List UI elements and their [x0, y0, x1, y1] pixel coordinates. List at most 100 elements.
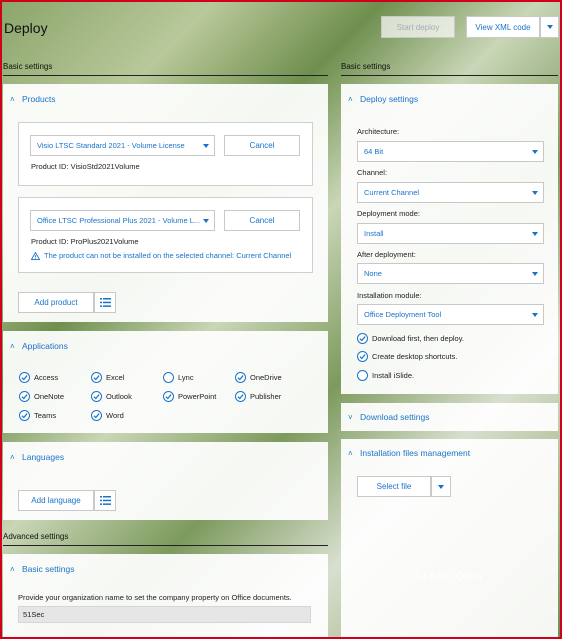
watermark: 51SEC.ORG [414, 570, 483, 583]
languages-header[interactable]: ˄ Languages [10, 452, 64, 462]
applications-title: Applications [22, 341, 68, 351]
deploy-option-1-label: Create desktop shortcuts. [372, 352, 458, 361]
app-publisher-label: Publisher [250, 392, 282, 401]
check-circle-icon [235, 372, 246, 383]
product-list-button[interactable] [94, 292, 116, 313]
product-2-cancel-button[interactable]: Cancel [224, 210, 300, 231]
deploy-option-1-checkbox[interactable]: Create desktop shortcuts. [357, 351, 457, 362]
deploy-option-0-checkbox[interactable]: Download first, then deploy. [357, 333, 464, 344]
chevron-up-icon: ˄ [10, 341, 15, 351]
left-section-label: Basic settings [3, 62, 53, 71]
app-excel-label: Excel [106, 373, 125, 382]
chevron-up-icon: ˄ [10, 452, 15, 462]
app-onenote-label: OneNote [34, 392, 65, 401]
org-name-input[interactable]: 51Sec [18, 606, 311, 623]
app-onenote-checkbox[interactable]: OneNote [19, 391, 64, 402]
app-onedrive-label: OneDrive [250, 373, 282, 382]
app-lync-checkbox[interactable]: Lync [163, 372, 194, 383]
products-title: Products [22, 94, 56, 104]
chevron-up-icon: ˄ [10, 94, 15, 104]
check-circle-icon [91, 410, 102, 421]
chevron-down-icon [438, 484, 444, 489]
adv-basic-title: Basic settings [22, 564, 75, 574]
advanced-section-label: Advanced settings [3, 532, 69, 541]
advanced-section-divider [3, 545, 328, 546]
check-circle-icon [357, 351, 368, 362]
add-language-button[interactable]: Add language [18, 490, 94, 511]
app-word-checkbox[interactable]: Word [91, 410, 124, 421]
page-title: Deploy [4, 20, 48, 36]
product-1-cancel-button[interactable]: Cancel [224, 135, 300, 156]
start-deploy-button[interactable]: Start deploy [381, 16, 455, 38]
mode-select[interactable]: Install [357, 223, 544, 244]
after-deployment-label: After deployment: [357, 250, 416, 259]
product-select-2[interactable]: Office LTSC Professional Plus 2021 - Vol… [30, 210, 215, 231]
check-circle-icon [91, 391, 102, 402]
app-powerpoint-label: PowerPoint [178, 392, 217, 401]
left-section-divider [3, 75, 328, 76]
app-excel-checkbox[interactable]: Excel [91, 372, 124, 383]
empty-circle-icon [163, 372, 174, 383]
view-xml-button[interactable]: View XML code [466, 16, 540, 38]
check-circle-icon [19, 410, 30, 421]
caret-down-icon [203, 143, 209, 148]
architecture-value: 64 Bit [364, 147, 384, 156]
add-product-button[interactable]: Add product [18, 292, 94, 313]
channel-label: Channel: [357, 168, 388, 177]
caret-down-icon [532, 231, 538, 236]
check-circle-icon [19, 391, 30, 402]
adv-basic-header[interactable]: ˄ Basic settings [10, 564, 74, 574]
caret-down-icon [203, 218, 209, 223]
check-circle-icon [19, 372, 30, 383]
deploy-option-2-checkbox[interactable]: Install iSlide. [357, 370, 414, 381]
app-access-checkbox[interactable]: Access [19, 372, 58, 383]
xml-dropdown-button[interactable] [540, 16, 559, 38]
app-lync-label: Lync [178, 373, 194, 382]
deploy-settings-title: Deploy settings [360, 94, 419, 104]
check-circle-icon [357, 333, 368, 344]
app-teams-checkbox[interactable]: Teams [19, 410, 56, 421]
module-select[interactable]: Office Deployment Tool [357, 304, 544, 325]
deploy-option-0-label: Download first, then deploy. [372, 334, 464, 343]
deploy-option-2-label: Install iSlide. [372, 371, 415, 380]
chevron-up-icon: ˄ [348, 94, 353, 104]
architecture-label: Architecture: [357, 127, 400, 136]
applications-header[interactable]: ˄ Applications [10, 341, 68, 351]
chevron-up-icon: ˄ [10, 564, 15, 574]
select-file-button[interactable]: Select file [357, 476, 431, 497]
chevron-down-icon [546, 25, 553, 29]
right-section-divider [341, 75, 558, 76]
list-icon [99, 298, 111, 307]
download-settings-header[interactable]: ˅ Download settings [348, 412, 429, 422]
list-icon [99, 496, 111, 505]
files-header[interactable]: ˄ Installation files management [348, 448, 470, 458]
select-file-dropdown[interactable] [431, 476, 451, 497]
product-select-1[interactable]: Visio LTSC Standard 2021 - Volume Licens… [30, 135, 215, 156]
check-circle-icon [235, 391, 246, 402]
architecture-select[interactable]: 64 Bit [357, 141, 544, 162]
caret-down-icon [532, 312, 538, 317]
app-outlook-checkbox[interactable]: Outlook [91, 391, 132, 402]
caret-down-icon [532, 271, 538, 276]
app-onedrive-checkbox[interactable]: OneDrive [235, 372, 282, 383]
chevron-down-icon: ˅ [348, 412, 353, 422]
right-section-label: Basic settings [341, 62, 391, 71]
files-title: Installation files management [360, 448, 471, 458]
mode-value: Install [364, 229, 384, 238]
download-settings-title: Download settings [360, 412, 430, 422]
after-deployment-select[interactable]: None [357, 263, 544, 284]
product-1-id: Product ID: VisioStd2021Volume [31, 162, 140, 171]
language-list-button[interactable] [94, 490, 116, 511]
app-publisher-checkbox[interactable]: Publisher [235, 391, 281, 402]
products-header[interactable]: ˄ Products [10, 94, 56, 104]
module-value: Office Deployment Tool [364, 310, 442, 319]
channel-select[interactable]: Current Channel [357, 182, 544, 203]
app-outlook-label: Outlook [106, 392, 132, 401]
app-teams-label: Teams [34, 411, 57, 420]
deploy-settings-header[interactable]: ˄ Deploy settings [348, 94, 418, 104]
warning-icon [31, 251, 40, 260]
files-panel [341, 439, 558, 637]
product-2-id: Product ID: ProPlus2021Volume [31, 237, 139, 246]
module-label: Installation module: [357, 291, 422, 300]
app-powerpoint-checkbox[interactable]: PowerPoint [163, 391, 216, 402]
